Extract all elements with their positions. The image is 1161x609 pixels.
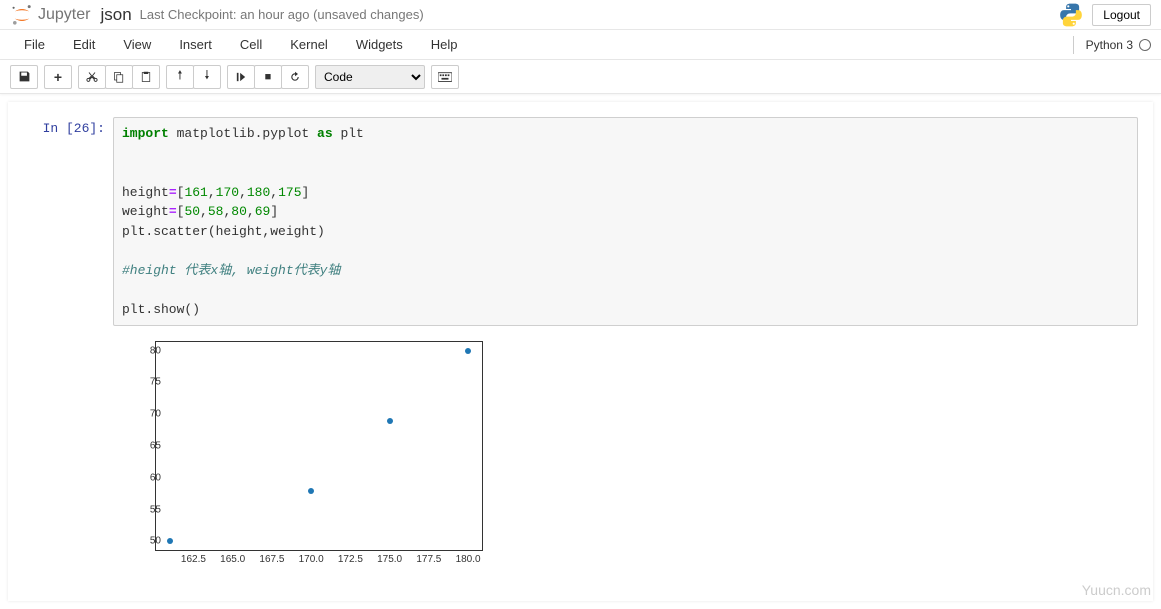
kernel-indicator-icon bbox=[1139, 39, 1151, 51]
code-cell[interactable]: In [26]: import matplotlib.pyplot as plt… bbox=[23, 117, 1138, 326]
data-point bbox=[308, 488, 314, 494]
output-area: 50 55 60 65 70 75 80 162.5 165.0 167.5 170.0 172.5 1… bbox=[113, 332, 1138, 580]
interrupt-button[interactable]: ■ bbox=[254, 65, 282, 89]
menu-widgets[interactable]: Widgets bbox=[342, 32, 417, 57]
ytick-label: 60 bbox=[150, 472, 161, 483]
move-down-button[interactable]: 🠗 bbox=[193, 65, 221, 89]
data-point bbox=[465, 348, 471, 354]
menu-insert[interactable]: Insert bbox=[165, 32, 226, 57]
code-input-area[interactable]: import matplotlib.pyplot as plt height=[… bbox=[113, 117, 1138, 326]
xtick-label: 162.5 bbox=[181, 554, 206, 565]
xtick-label: 170.0 bbox=[299, 554, 324, 565]
plus-icon: + bbox=[54, 69, 62, 85]
toolbar: + 🠕 🠗 ■ Code bbox=[0, 60, 1161, 94]
arrow-up-icon: 🠕 bbox=[177, 66, 182, 87]
watermark: Yuucn.com bbox=[1082, 582, 1151, 598]
output-cell: 50 55 60 65 70 75 80 162.5 165.0 167.5 170.0 172.5 1… bbox=[23, 332, 1138, 580]
ytick-label: 55 bbox=[150, 504, 161, 515]
copy-icon bbox=[113, 71, 125, 83]
ytick-label: 75 bbox=[150, 377, 161, 388]
jupyter-logo-text: Jupyter bbox=[38, 6, 90, 24]
plot-frame bbox=[155, 341, 483, 551]
xtick-label: 165.0 bbox=[220, 554, 245, 565]
notebook-container: In [26]: import matplotlib.pyplot as plt… bbox=[8, 102, 1153, 601]
jupyter-logo[interactable]: Jupyter bbox=[10, 3, 90, 27]
output-prompt bbox=[23, 332, 113, 580]
data-point bbox=[387, 418, 393, 424]
ytick-label: 80 bbox=[150, 345, 161, 356]
keyboard-icon bbox=[438, 72, 452, 82]
kernel-name: Python 3 bbox=[1086, 38, 1133, 52]
menu-kernel[interactable]: Kernel bbox=[276, 32, 342, 57]
menu-cell[interactable]: Cell bbox=[226, 32, 276, 57]
menu-edit[interactable]: Edit bbox=[59, 32, 109, 57]
move-up-button[interactable]: 🠕 bbox=[166, 65, 194, 89]
checkpoint-status: Last Checkpoint: an hour ago (unsaved ch… bbox=[140, 7, 424, 22]
save-icon bbox=[18, 70, 31, 83]
celltype-select[interactable]: Code bbox=[315, 65, 425, 89]
arrow-down-icon: 🠗 bbox=[204, 66, 209, 87]
restart-icon bbox=[289, 71, 301, 83]
ytick-label: 65 bbox=[150, 441, 161, 452]
copy-button[interactable] bbox=[105, 65, 133, 89]
xtick-label: 172.5 bbox=[338, 554, 363, 565]
notebook-header: Jupyter json Last Checkpoint: an hour ag… bbox=[0, 0, 1161, 30]
python-logo-icon bbox=[1058, 2, 1084, 28]
stop-icon: ■ bbox=[265, 71, 272, 83]
notebook-name[interactable]: json bbox=[100, 5, 131, 25]
restart-button[interactable] bbox=[281, 65, 309, 89]
xtick-label: 167.5 bbox=[259, 554, 284, 565]
input-prompt: In [26]: bbox=[23, 117, 113, 326]
ytick-label: 70 bbox=[150, 409, 161, 420]
data-point bbox=[167, 538, 173, 544]
ytick-label: 50 bbox=[150, 536, 161, 547]
menu-divider bbox=[1073, 36, 1074, 54]
menu-file[interactable]: File bbox=[10, 32, 59, 57]
save-button[interactable] bbox=[10, 65, 38, 89]
command-palette-button[interactable] bbox=[431, 65, 459, 89]
jupyter-logo-icon bbox=[10, 3, 34, 27]
run-icon bbox=[236, 72, 246, 82]
menubar: File Edit View Insert Cell Kernel Widget… bbox=[0, 30, 1161, 60]
cut-button[interactable] bbox=[78, 65, 106, 89]
xtick-label: 177.5 bbox=[416, 554, 441, 565]
add-cell-button[interactable]: + bbox=[44, 65, 72, 89]
menu-help[interactable]: Help bbox=[417, 32, 472, 57]
logout-button[interactable]: Logout bbox=[1092, 4, 1151, 26]
paste-button[interactable] bbox=[132, 65, 160, 89]
xtick-label: 180.0 bbox=[456, 554, 481, 565]
scissors-icon bbox=[86, 71, 98, 83]
menu-view[interactable]: View bbox=[109, 32, 165, 57]
paste-icon bbox=[140, 71, 152, 83]
run-button[interactable] bbox=[227, 65, 255, 89]
scatter-plot: 50 55 60 65 70 75 80 162.5 165.0 167.5 170.0 172.5 1… bbox=[113, 336, 493, 576]
xtick-label: 175.0 bbox=[377, 554, 402, 565]
